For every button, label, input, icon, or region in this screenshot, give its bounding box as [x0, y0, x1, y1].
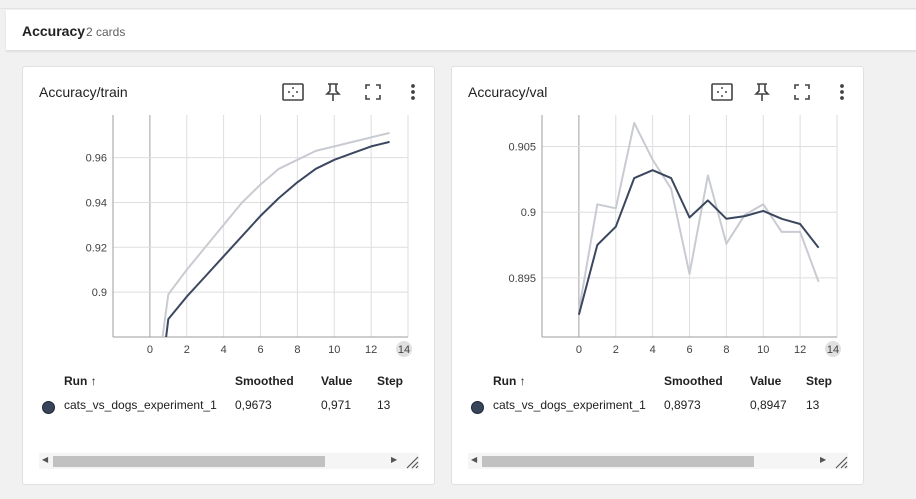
resize-handle-icon[interactable]	[832, 453, 848, 469]
fit-domain-icon[interactable]	[711, 81, 733, 103]
step-value: 13	[806, 398, 820, 412]
y-tick-label: 0.9	[92, 287, 107, 299]
horizontal-scrollbar[interactable]: ◀ ▶	[468, 453, 848, 469]
x-tick-label: 8	[294, 344, 300, 356]
y-tick-label: 0.96	[86, 153, 107, 165]
run-color-dot[interactable]	[42, 401, 55, 414]
x-tick-label: 10	[757, 344, 769, 356]
x-tick-label: 2	[184, 344, 190, 356]
y-tick-label: 0.895	[508, 273, 536, 285]
x-tick-label: 12	[365, 344, 377, 356]
card-toolbar	[282, 81, 422, 103]
scroll-left-icon[interactable]: ◀	[42, 455, 48, 464]
line-chart[interactable]: 0.895 0.9 0.905 0 2 4 6 8 10 12 14	[482, 113, 852, 367]
x-tick-label: 0	[147, 344, 153, 356]
more-vert-icon[interactable]	[402, 81, 424, 103]
line-chart[interactable]: 0.9 0.92 0.94 0.96 0 2 4 6 8 10 12 14	[53, 113, 423, 367]
x-tick-label: 6	[686, 344, 692, 356]
card-title: Accuracy/val	[468, 84, 548, 100]
raw-value: 0,971	[321, 398, 352, 412]
top-bar	[0, 0, 916, 9]
scroll-thumb[interactable]	[482, 456, 754, 467]
smoothed-series-line	[577, 169, 820, 315]
x-tick-label: 0	[576, 344, 582, 356]
smoothed-value: 0,8973	[664, 398, 701, 412]
fullscreen-icon[interactable]	[791, 81, 813, 103]
step-value: 13	[377, 398, 391, 412]
scroll-right-icon[interactable]: ▶	[391, 455, 397, 464]
col-step[interactable]: Step	[806, 374, 832, 388]
x-tick-label: 2	[613, 344, 619, 356]
pin-icon[interactable]	[751, 81, 773, 103]
fullscreen-icon[interactable]	[362, 81, 384, 103]
section-header[interactable]: Accuracy 2 cards	[6, 10, 916, 51]
col-value[interactable]: Value	[321, 374, 352, 388]
x-tick-label: 14	[398, 344, 410, 356]
scroll-thumb[interactable]	[53, 456, 325, 467]
x-tick-label: 4	[650, 344, 656, 356]
col-run[interactable]: Run ↑	[493, 374, 526, 388]
x-tick-label: 4	[221, 344, 227, 356]
col-smoothed[interactable]: Smoothed	[235, 374, 294, 388]
col-step[interactable]: Step	[377, 374, 403, 388]
horizontal-scrollbar[interactable]: ◀ ▶	[39, 453, 419, 469]
run-name: cats_vs_dogs_experiment_1	[64, 398, 217, 412]
resize-handle-icon[interactable]	[403, 453, 419, 469]
scalar-card-val: Accuracy/val 0.895 0.9 0.905 0 2 4 6 8 10 12 14 Ru…	[451, 66, 864, 485]
raw-value: 0,8947	[750, 398, 787, 412]
col-run[interactable]: Run ↑	[64, 374, 97, 388]
x-tick-label: 8	[723, 344, 729, 356]
x-tick-label: 6	[257, 344, 263, 356]
fit-domain-icon[interactable]	[282, 81, 304, 103]
pin-icon[interactable]	[322, 81, 344, 103]
more-vert-icon[interactable]	[831, 81, 853, 103]
card-toolbar	[711, 81, 851, 103]
section-title: Accuracy	[22, 23, 86, 39]
y-tick-label: 0.94	[86, 197, 107, 209]
run-name: cats_vs_dogs_experiment_1	[493, 398, 646, 412]
col-value[interactable]: Value	[750, 374, 781, 388]
raw-series-line	[577, 121, 820, 311]
y-tick-label: 0.905	[508, 142, 536, 154]
y-tick-label: 0.9	[521, 207, 536, 219]
scalar-card-train: Accuracy/train 0.9 0.92 0.94 0.96 0 2 4 6 8 10 12 1…	[22, 66, 435, 485]
section-card-count: 2 cards	[86, 25, 126, 39]
raw-series-line	[161, 131, 390, 337]
run-color-dot[interactable]	[471, 401, 484, 414]
y-tick-label: 0.92	[86, 242, 107, 254]
x-tick-label: 12	[794, 344, 806, 356]
card-title: Accuracy/train	[39, 84, 128, 100]
col-smoothed[interactable]: Smoothed	[664, 374, 723, 388]
scroll-left-icon[interactable]: ◀	[471, 455, 477, 464]
smoothed-value: 0,9673	[235, 398, 272, 412]
x-tick-label: 10	[328, 344, 340, 356]
scroll-right-icon[interactable]: ▶	[820, 455, 826, 464]
x-tick-label: 14	[827, 344, 839, 356]
